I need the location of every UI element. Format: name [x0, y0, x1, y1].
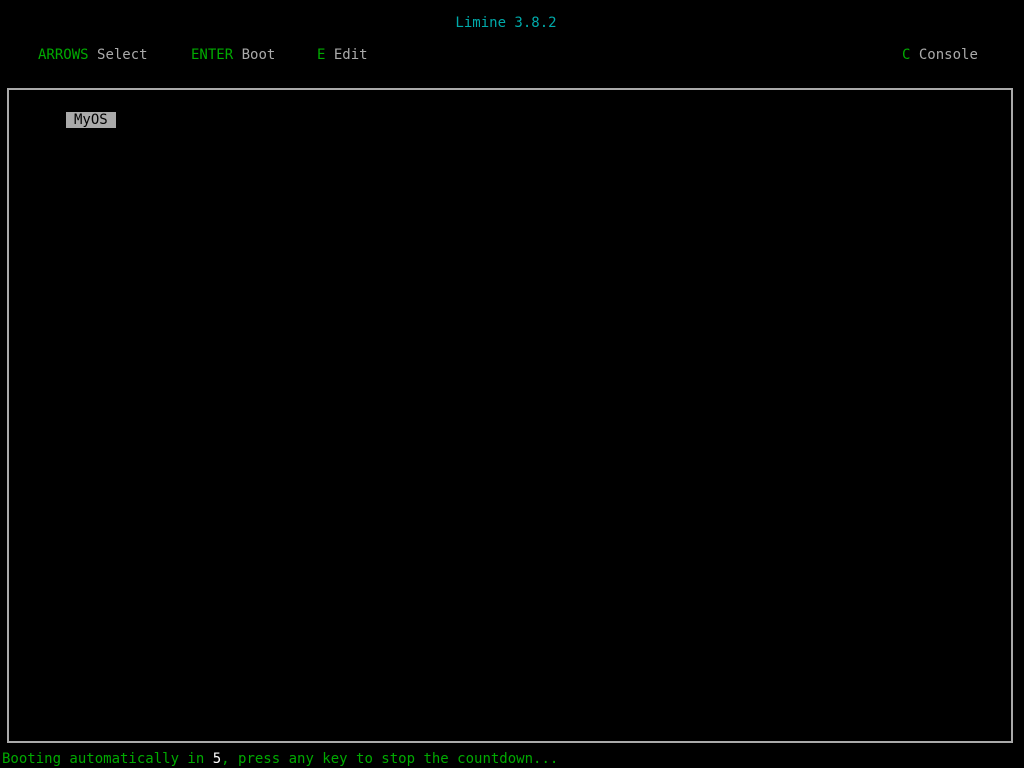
hint-console-action: Console — [918, 47, 978, 63]
bootloader-title: Limine 3.8.2 — [455, 15, 557, 31]
bootloader-screen: Limine 3.8.2 ARROWS Select ENTER Boot E … — [0, 0, 1024, 768]
boot-entry-myos[interactable]: MyOS — [66, 112, 116, 128]
autoboot-status-prefix: Booting automatically in — [2, 751, 213, 767]
hint-console: C Console — [902, 47, 978, 63]
hint-select-action: Select — [97, 47, 148, 63]
hint-edit-key: E — [317, 47, 326, 63]
autoboot-status-suffix: , press any key to stop the countdown... — [221, 751, 559, 767]
autoboot-countdown: 5 — [212, 751, 222, 767]
hint-console-key: C — [902, 47, 911, 63]
hint-edit: E Edit — [317, 47, 368, 63]
hint-boot: ENTER Boot — [191, 47, 275, 63]
hint-select-key: ARROWS — [38, 47, 89, 63]
hint-boot-key: ENTER — [191, 47, 234, 63]
boot-menu-box — [7, 88, 1013, 743]
autoboot-status: Booting automatically in 5, press any ke… — [2, 751, 558, 767]
hint-edit-action: Edit — [333, 47, 368, 63]
hint-select: ARROWS Select — [38, 47, 148, 63]
hint-boot-action: Boot — [241, 47, 276, 63]
